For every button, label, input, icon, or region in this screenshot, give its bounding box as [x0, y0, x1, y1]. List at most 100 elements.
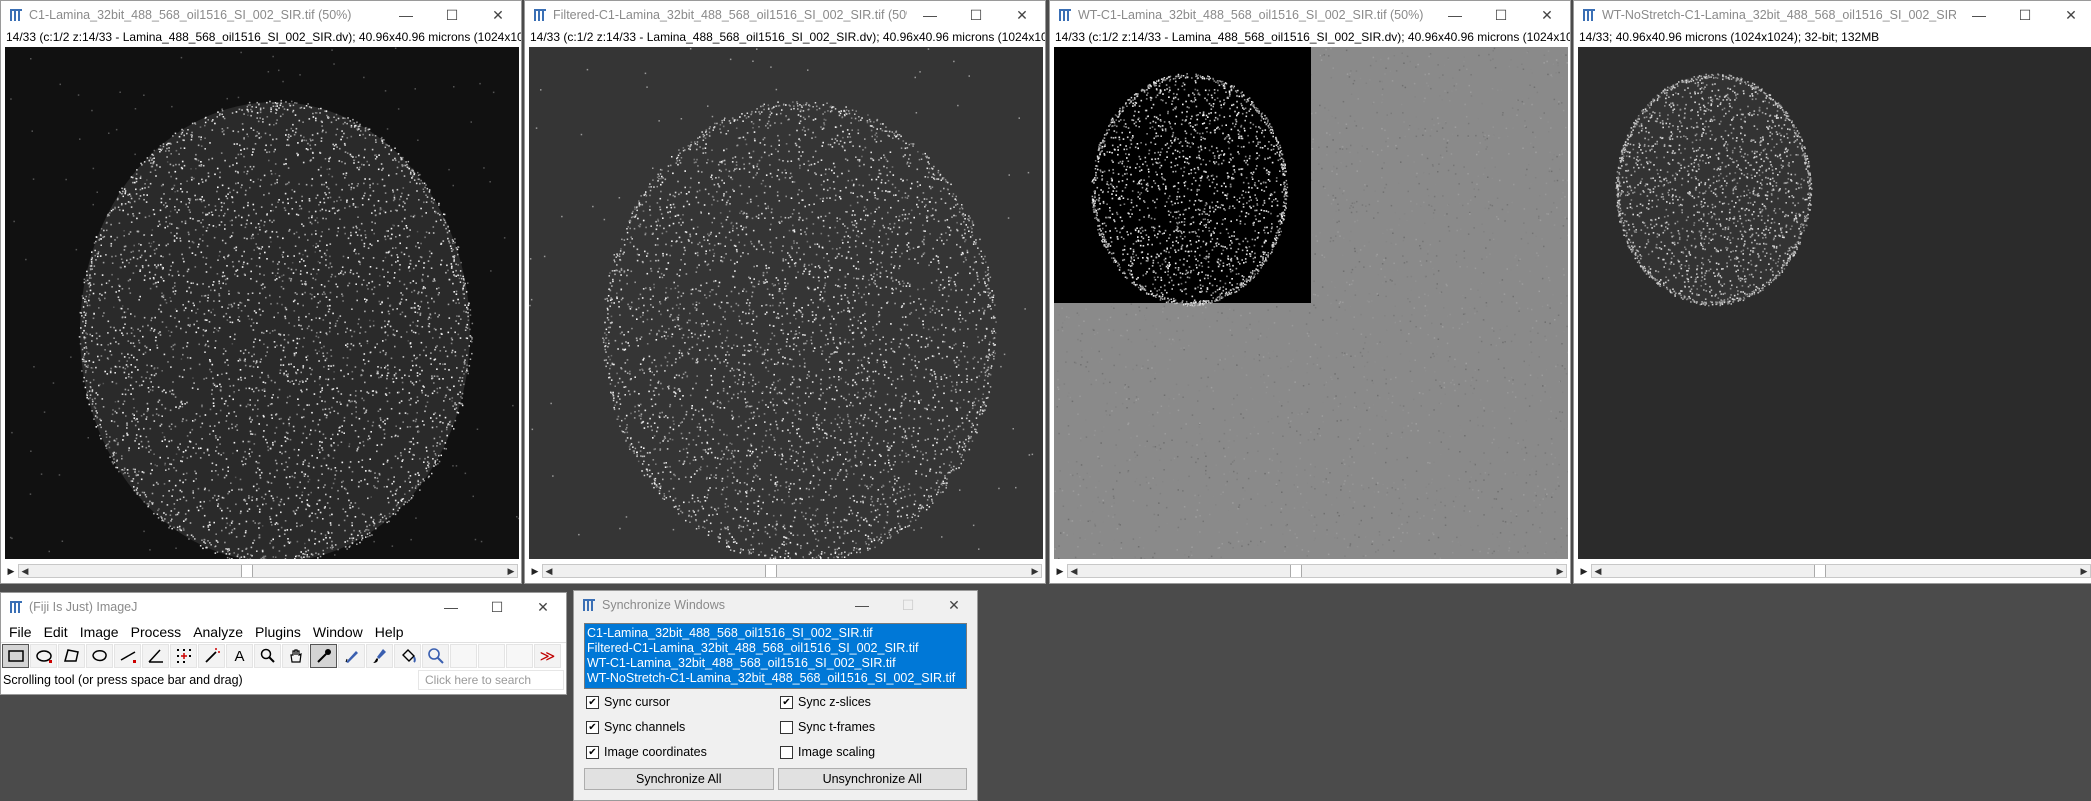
unsynchronize-all-button[interactable]: Unsynchronize All — [777, 768, 967, 790]
play-icon[interactable]: ▶ — [528, 564, 542, 578]
freehand-tool-icon[interactable] — [86, 644, 113, 668]
minimize-icon[interactable]: — — [1956, 1, 2002, 29]
window-list-item[interactable]: WT-C1-Lamina_32bit_488_568_oil1516_SI_00… — [587, 656, 964, 671]
checkbox-image-scaling[interactable]: Image scaling — [780, 745, 960, 759]
checkbox-checked-icon[interactable]: ✔ — [586, 695, 599, 709]
menu-analyze[interactable]: Analyze — [187, 624, 249, 640]
menu-file[interactable]: File — [3, 624, 38, 640]
menu-window[interactable]: Window — [307, 624, 369, 640]
checkbox-checked-icon[interactable]: ✔ — [586, 720, 599, 734]
oval-tool-icon[interactable] — [30, 644, 57, 668]
scroll-left-icon[interactable]: ◀ — [1068, 565, 1080, 577]
more-tools-icon[interactable]: ≫ — [534, 644, 561, 668]
microscopy-image[interactable] — [5, 47, 519, 559]
slice-scrollbar[interactable]: ◀ ▶ — [1591, 564, 2091, 578]
scrollbar-thumb[interactable] — [1814, 565, 1826, 577]
image-titlebar[interactable]: WT-NoStretch-C1-Lamina_32bit_488_568_oil… — [1574, 1, 2091, 29]
checkbox-sync-t-frames[interactable]: Sync t-frames — [780, 720, 960, 734]
window-list-item[interactable]: C1-Lamina_32bit_488_568_oil1516_SI_002_S… — [587, 626, 964, 641]
checkbox-unchecked-icon[interactable] — [780, 745, 793, 759]
checkbox-sync-z-slices[interactable]: ✔ Sync z-slices — [780, 695, 960, 709]
image-window[interactable]: WT-NoStretch-C1-Lamina_32bit_488_568_oil… — [1573, 0, 2091, 584]
image-titlebar[interactable]: WT-C1-Lamina_32bit_488_568_oil1516_SI_00… — [1050, 1, 1570, 29]
image-window[interactable]: WT-C1-Lamina_32bit_488_568_oil1516_SI_00… — [1049, 0, 1571, 584]
sync-titlebar[interactable]: Synchronize Windows — ☐ ✕ — [574, 591, 977, 619]
window-list-item[interactable]: WT-NoStretch-C1-Lamina_32bit_488_568_oil… — [587, 671, 964, 686]
minimize-icon[interactable]: — — [428, 593, 474, 621]
line-tool-icon[interactable] — [114, 644, 141, 668]
color-picker-tool-icon[interactable] — [310, 644, 337, 668]
scroll-left-icon[interactable]: ◀ — [543, 565, 555, 577]
search-tool-icon[interactable] — [422, 644, 449, 668]
window-list-item[interactable]: Filtered-C1-Lamina_32bit_488_568_oil1516… — [587, 641, 964, 656]
minimize-icon[interactable]: — — [839, 591, 885, 619]
menu-edit[interactable]: Edit — [38, 624, 74, 640]
fiji-titlebar[interactable]: (Fiji Is Just) ImageJ — ☐ ✕ — [1, 593, 566, 621]
close-icon[interactable]: ✕ — [475, 1, 521, 29]
wand-tool-icon[interactable] — [198, 644, 225, 668]
checkbox-sync-channels[interactable]: ✔ Sync channels — [586, 720, 780, 734]
slice-scroller[interactable]: ▶ ◀ ▶ — [525, 563, 1045, 579]
play-icon[interactable]: ▶ — [1577, 564, 1591, 578]
image-window[interactable]: C1-Lamina_32bit_488_568_oil1516_SI_002_S… — [0, 0, 522, 584]
microscopy-image[interactable] — [1578, 47, 2091, 559]
image-titlebar[interactable]: Filtered-C1-Lamina_32bit_488_568_oil1516… — [525, 1, 1045, 29]
image-canvas[interactable] — [5, 47, 519, 559]
microscopy-image[interactable] — [1054, 47, 1568, 559]
slice-scroller[interactable]: ▶ ◀ ▶ — [1574, 563, 2091, 579]
flood-fill-tool-icon[interactable] — [394, 644, 421, 668]
angle-tool-icon[interactable] — [142, 644, 169, 668]
minimize-icon[interactable]: — — [907, 1, 953, 29]
slice-scrollbar[interactable]: ◀ ▶ — [542, 564, 1042, 578]
checkbox-sync-cursor[interactable]: ✔ Sync cursor — [586, 695, 780, 709]
close-icon[interactable]: ✕ — [520, 593, 566, 621]
slice-scroller[interactable]: ▶ ◀ ▶ — [1050, 563, 1570, 579]
hand-scroll-tool-icon[interactable] — [282, 644, 309, 668]
minimize-icon[interactable]: — — [1432, 1, 1478, 29]
image-canvas[interactable] — [529, 47, 1043, 559]
slice-scrollbar[interactable]: ◀ ▶ — [18, 564, 518, 578]
maximize-icon[interactable]: ☐ — [2002, 1, 2048, 29]
close-icon[interactable]: ✕ — [931, 591, 977, 619]
microscopy-image[interactable] — [529, 47, 1043, 559]
image-canvas[interactable] — [1054, 47, 1568, 559]
maximize-icon[interactable]: ☐ — [953, 1, 999, 29]
checkbox-image-coordinates[interactable]: ✔ Image coordinates — [586, 745, 780, 759]
maximize-icon[interactable]: ☐ — [1478, 1, 1524, 29]
brush-tool-icon[interactable] — [366, 644, 393, 668]
synchronize-all-button[interactable]: Synchronize All — [584, 768, 774, 790]
image-canvas[interactable] — [1578, 47, 2091, 559]
minimize-icon[interactable]: — — [383, 1, 429, 29]
scroll-right-icon[interactable]: ▶ — [1554, 565, 1566, 577]
multipoint-tool-icon[interactable] — [170, 644, 197, 668]
text-tool-icon[interactable]: A — [226, 644, 253, 668]
scroll-right-icon[interactable]: ▶ — [505, 565, 517, 577]
checkbox-checked-icon[interactable]: ✔ — [586, 745, 599, 759]
image-window[interactable]: Filtered-C1-Lamina_32bit_488_568_oil1516… — [524, 0, 1046, 584]
scrollbar-thumb[interactable] — [1290, 565, 1302, 577]
close-icon[interactable]: ✕ — [999, 1, 1045, 29]
magnifier-tool-icon[interactable] — [254, 644, 281, 668]
slice-scrollbar[interactable]: ◀ ▶ — [1067, 564, 1567, 578]
maximize-icon[interactable]: ☐ — [429, 1, 475, 29]
close-icon[interactable]: ✕ — [1524, 1, 1570, 29]
checkbox-unchecked-icon[interactable] — [780, 720, 793, 734]
pencil-tool-icon[interactable] — [338, 644, 365, 668]
image-titlebar[interactable]: C1-Lamina_32bit_488_568_oil1516_SI_002_S… — [1, 1, 521, 29]
scrollbar-thumb[interactable] — [765, 565, 777, 577]
close-icon[interactable]: ✕ — [2048, 1, 2091, 29]
scroll-left-icon[interactable]: ◀ — [1592, 565, 1604, 577]
scrollbar-thumb[interactable] — [241, 565, 253, 577]
play-icon[interactable]: ▶ — [4, 564, 18, 578]
menu-image[interactable]: Image — [74, 624, 125, 640]
search-input[interactable]: Click here to search — [418, 670, 564, 690]
menu-process[interactable]: Process — [125, 624, 188, 640]
rectangle-tool-icon[interactable] — [2, 644, 29, 668]
menu-plugins[interactable]: Plugins — [249, 624, 307, 640]
slice-scroller[interactable]: ▶ ◀ ▶ — [1, 563, 521, 579]
maximize-icon[interactable]: ☐ — [474, 593, 520, 621]
polygon-tool-icon[interactable] — [58, 644, 85, 668]
scroll-right-icon[interactable]: ▶ — [2078, 565, 2090, 577]
scroll-right-icon[interactable]: ▶ — [1029, 565, 1041, 577]
scroll-left-icon[interactable]: ◀ — [19, 565, 31, 577]
